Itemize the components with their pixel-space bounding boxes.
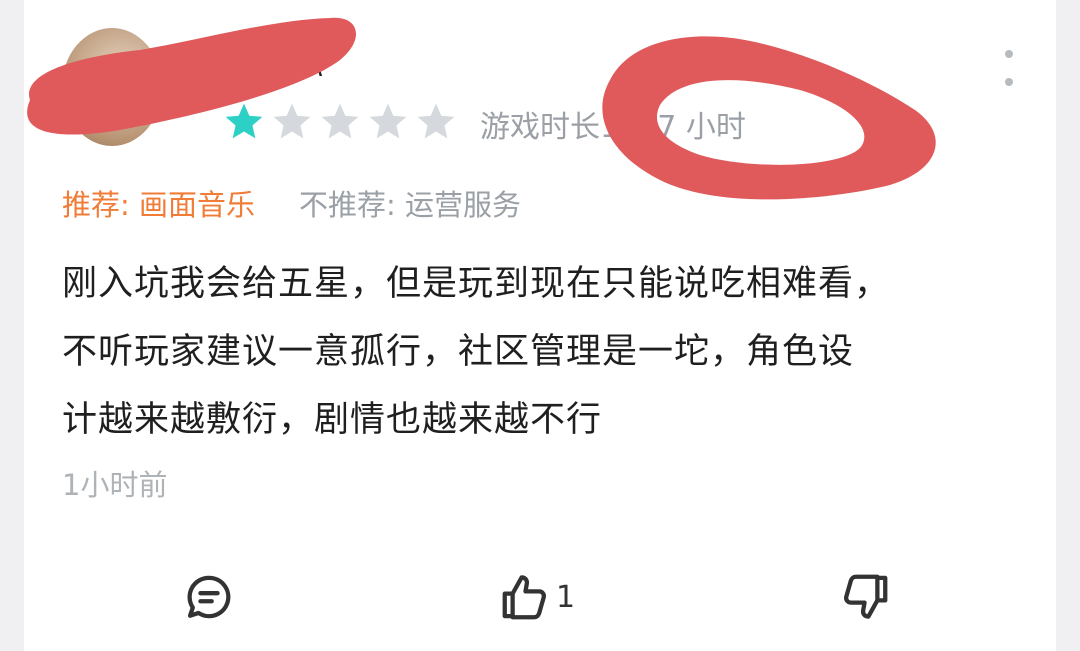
posted-time: 1小时前 [62, 468, 168, 502]
like-count: 1 [556, 579, 576, 615]
recommend-tags: 推荐: 画面音乐 不推荐: 运营服务 [62, 182, 521, 224]
thumbs-down-icon [843, 574, 888, 619]
star-empty-icon [273, 103, 311, 139]
dislike-button[interactable] [838, 570, 892, 624]
more-icon[interactable] [994, 50, 1024, 86]
star-empty-icon [369, 103, 407, 139]
action-bar: 1 [0, 570, 1080, 630]
star-empty-icon [321, 103, 359, 139]
review-text: 刚入坑我会给五星，但是玩到现在只能说吃相难看， 不听玩家建议一意孤行，社区管理是… [62, 250, 1022, 454]
rating-stars [222, 100, 458, 144]
not-recommend-tag: 不推荐: 运营服务 [299, 188, 521, 222]
star-filled-icon [225, 103, 263, 139]
comment-button[interactable] [182, 570, 236, 624]
recommend-tag: 推荐: 画面音乐 [62, 188, 255, 222]
comment-icon [187, 575, 231, 619]
username[interactable]: \ [312, 46, 322, 81]
playtime: 游戏时长1237 小时 [480, 110, 746, 145]
review-line: 不听玩家建议一意孤行，社区管理是一坨，角色设 [62, 332, 855, 372]
avatar[interactable] [62, 28, 162, 146]
review-line: 刚入坑我会给五星，但是玩到现在只能说吃相难看， [62, 264, 891, 304]
review-line: 计越来越敷衍，剧情也越来越不行 [62, 400, 603, 440]
star-empty-icon [417, 103, 455, 139]
like-button[interactable]: 1 [498, 570, 575, 624]
thumbs-up-icon [502, 575, 547, 620]
